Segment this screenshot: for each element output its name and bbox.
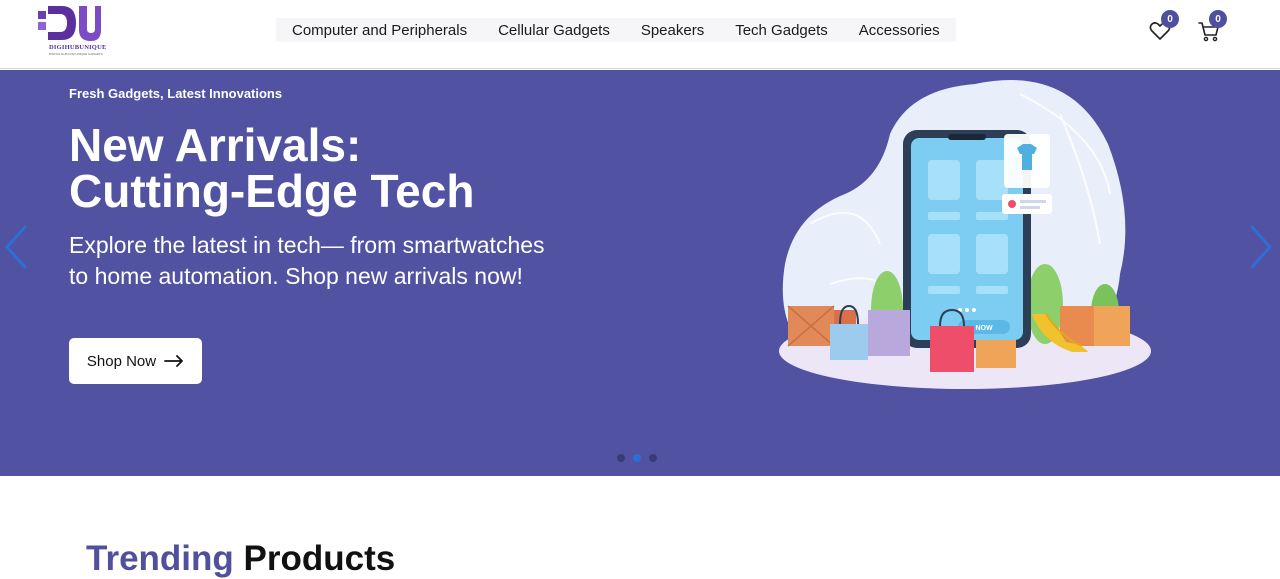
brand-tagline: DIGITAL HUB FOR UNIQUE GADGETS xyxy=(49,52,103,56)
cart-button[interactable]: 0 xyxy=(1197,10,1227,42)
trending-accent-word: Trending xyxy=(86,539,234,578)
hero-subtitle: Explore the latest in tech— from smartwa… xyxy=(69,232,545,289)
carousel-prev-button[interactable] xyxy=(3,225,29,269)
carousel-dot-active[interactable] xyxy=(633,454,641,462)
hero-title-line-2: Cutting-Edge Tech xyxy=(69,165,475,217)
cart-count-badge: 0 xyxy=(1209,10,1227,28)
logo-mark-icon xyxy=(38,6,101,41)
main-nav: Computer and Peripherals Cellular Gadget… xyxy=(276,18,956,42)
site-header: DIGIHUBUNIQUE DIGITAL HUB FOR UNIQUE GAD… xyxy=(0,0,1280,69)
nav-item-tech-gadgets[interactable]: Tech Gadgets xyxy=(735,22,828,39)
carousel-next-button[interactable] xyxy=(1248,225,1274,269)
shopping-app-illustration: NOW xyxy=(779,80,1151,389)
carousel-dot[interactable] xyxy=(649,454,657,462)
shop-now-label: Shop Now xyxy=(86,352,157,370)
trending-rest-word: Products xyxy=(243,539,396,578)
hero-eyebrow: Fresh Gadgets, Latest Innovations xyxy=(69,86,283,101)
brand-name: DIGIHUBUNIQUE xyxy=(49,44,107,51)
nav-item-speakers[interactable]: Speakers xyxy=(641,22,704,39)
chevron-left-icon xyxy=(5,225,27,269)
carousel-dot[interactable] xyxy=(617,454,625,462)
wishlist-count-badge: 0 xyxy=(1161,10,1179,28)
shop-now-button[interactable]: Shop Now xyxy=(69,338,202,384)
wishlist-button[interactable]: 0 xyxy=(1148,10,1179,42)
chevron-right-icon xyxy=(1250,225,1272,269)
carousel-dots xyxy=(617,454,657,462)
nav-item-computer-peripherals[interactable]: Computer and Peripherals xyxy=(292,22,467,39)
arrow-right-icon xyxy=(164,355,184,367)
nav-item-cellular-gadgets[interactable]: Cellular Gadgets xyxy=(498,22,610,39)
hero-title-line-1: New Arrivals: xyxy=(69,119,362,171)
hero-carousel: Fresh Gadgets, Latest Innovations New Ar… xyxy=(0,70,1280,476)
nav-item-accessories[interactable]: Accessories xyxy=(859,22,940,39)
illustration-button-text: NOW xyxy=(975,325,993,332)
brand-logo[interactable]: DIGIHUBUNIQUE DIGITAL HUB FOR UNIQUE GAD… xyxy=(36,3,106,57)
trending-products-heading: Trending Products xyxy=(86,539,395,579)
hero-title: New Arrivals: Cutting-Edge Tech xyxy=(69,122,474,214)
